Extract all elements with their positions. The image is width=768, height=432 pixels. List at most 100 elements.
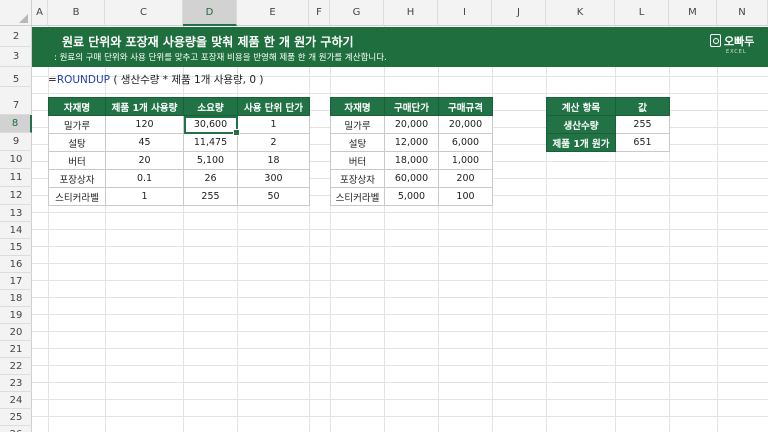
col-header-l[interactable]: L	[615, 0, 669, 26]
t1-header-usage: 제품 1개 사용량	[105, 97, 184, 116]
t1-cell[interactable]: 5,100	[183, 151, 238, 170]
t1-cell[interactable]: 0.1	[105, 169, 184, 188]
t1-cell[interactable]: 1	[237, 115, 310, 134]
table-row: 생산수량 255	[546, 115, 670, 134]
row-header-2[interactable]: 2	[0, 27, 32, 47]
t3-label[interactable]: 생산수량	[546, 115, 616, 134]
t2-cell[interactable]: 100	[438, 187, 493, 206]
row-header-19[interactable]: 19	[0, 307, 32, 324]
t2-cell[interactable]: 6,000	[438, 133, 493, 152]
row-header-26[interactable]: 26	[0, 426, 32, 432]
t1-cell[interactable]: 11,475	[183, 133, 238, 152]
t1-cell[interactable]: 포장상자	[48, 169, 106, 188]
row-header-14[interactable]: 14	[0, 222, 32, 239]
row-header-bar: 2 3 5 7 8 9 10 11 12 13 14 15 16 17 18 1…	[0, 26, 32, 432]
purchase-price-table: 자재명 구매단가 구매규격 밀가루 20,000 20,000 설탕 12,00…	[330, 97, 493, 206]
row-header-8[interactable]: 8	[0, 115, 32, 133]
banner-subtitle: : 원료의 구매 단위와 사용 단위를 맞추고 포장재 비용을 반영해 제품 한…	[54, 53, 387, 63]
table-row: 밀가루 120 30,600 1	[48, 115, 310, 137]
column-header-bar: A B C D E F G H I J K L M N	[0, 0, 768, 26]
col-header-h[interactable]: H	[384, 0, 438, 26]
t2-cell[interactable]: 20,000	[384, 115, 439, 134]
title-banner: 원료 단위와 포장재 사용량을 맞춰 제품 한 개 원가 구하기 : 원료의 구…	[32, 27, 768, 67]
t1-cell[interactable]: 20	[105, 151, 184, 170]
production-quantity-cell[interactable]: 255	[615, 115, 670, 134]
table-row: 밀가루 20,000 20,000	[330, 115, 493, 134]
t2-cell[interactable]: 포장상자	[330, 169, 385, 188]
select-all-corner[interactable]	[0, 0, 32, 26]
unit-cost-cell[interactable]: 651	[615, 133, 670, 152]
row-header-23[interactable]: 23	[0, 375, 32, 392]
t2-cell[interactable]: 12,000	[384, 133, 439, 152]
col-header-b[interactable]: B	[48, 0, 105, 26]
row-header-21[interactable]: 21	[0, 341, 32, 358]
row-header-20[interactable]: 20	[0, 324, 32, 341]
t1-cell[interactable]: 18	[237, 151, 310, 170]
row-header-5[interactable]: 5	[0, 67, 32, 87]
t2-cell[interactable]: 스티커라벨	[330, 187, 385, 206]
col-header-e[interactable]: E	[237, 0, 309, 26]
row-header-11[interactable]: 11	[0, 169, 32, 187]
t2-cell[interactable]: 60,000	[384, 169, 439, 188]
t1-cell[interactable]: 50	[237, 187, 310, 206]
t1-cell[interactable]: 26	[183, 169, 238, 188]
col-header-i[interactable]: I	[438, 0, 492, 26]
t2-cell[interactable]: 설탕	[330, 133, 385, 152]
t1-cell[interactable]: 설탕	[48, 133, 106, 152]
col-header-a[interactable]: A	[32, 0, 48, 26]
row-header-3[interactable]: 3	[0, 47, 32, 67]
t3-label[interactable]: 제품 1개 원가	[546, 133, 616, 152]
table-row: 스티커라벨 5,000 100	[330, 187, 493, 206]
t1-cell[interactable]: 1	[105, 187, 184, 206]
col-header-c[interactable]: C	[105, 0, 183, 26]
t1-cell[interactable]: 120	[105, 115, 184, 134]
grid-line	[384, 26, 385, 432]
table-row: 설탕 12,000 6,000	[330, 133, 493, 152]
active-cell[interactable]: 30,600	[183, 115, 241, 137]
t1-cell[interactable]: 255	[183, 187, 238, 206]
t2-cell[interactable]: 18,000	[384, 151, 439, 170]
row-header-10[interactable]: 10	[0, 151, 32, 169]
table-row: 포장상자 60,000 200	[330, 169, 493, 188]
col-header-k[interactable]: K	[546, 0, 615, 26]
t2-cell[interactable]: 20,000	[438, 115, 493, 134]
t1-cell[interactable]: 45	[105, 133, 184, 152]
col-header-m[interactable]: M	[669, 0, 717, 26]
t1-cell[interactable]: 밀가루	[48, 115, 106, 134]
col-header-j[interactable]: J	[492, 0, 546, 26]
table-row: 스티커라벨 1 255 50	[48, 187, 310, 206]
calculation-table: 계산 항목 값 생산수량 255 제품 1개 원가 651	[546, 97, 670, 152]
row-header-24[interactable]: 24	[0, 392, 32, 409]
row-header-17[interactable]: 17	[0, 273, 32, 290]
row-header-13[interactable]: 13	[0, 205, 32, 222]
col-header-d[interactable]: D	[183, 0, 237, 26]
logo-mark-icon	[710, 34, 721, 47]
formula-function: ROUNDUP	[56, 74, 111, 86]
t1-cell[interactable]: 스티커라벨	[48, 187, 106, 206]
t2-cell[interactable]: 버터	[330, 151, 385, 170]
t2-cell[interactable]: 200	[438, 169, 493, 188]
grid-line	[492, 26, 493, 432]
t2-cell[interactable]: 5,000	[384, 187, 439, 206]
row-header-16[interactable]: 16	[0, 256, 32, 273]
row-header-12[interactable]: 12	[0, 187, 32, 205]
formula-text[interactable]: =ROUNDUP ( 생산수량 * 제품 1개 사용량, 0 )	[48, 72, 263, 87]
t2-cell[interactable]: 밀가루	[330, 115, 385, 134]
col-header-n[interactable]: N	[717, 0, 768, 26]
row-header-9[interactable]: 9	[0, 133, 32, 151]
row-header-25[interactable]: 25	[0, 409, 32, 426]
row-header-7[interactable]: 7	[0, 97, 32, 115]
col-header-g[interactable]: G	[330, 0, 384, 26]
t1-cell[interactable]: 300	[237, 169, 310, 188]
row-header-18[interactable]: 18	[0, 290, 32, 307]
t2-cell[interactable]: 1,000	[438, 151, 493, 170]
t1-cell[interactable]: 2	[237, 133, 310, 152]
table-row: 제품 1개 원가 651	[546, 133, 670, 152]
row-header-22[interactable]: 22	[0, 358, 32, 375]
t1-cell[interactable]: 버터	[48, 151, 106, 170]
formula-prefix: =	[48, 74, 57, 86]
t2-header-price: 구매단가	[384, 97, 439, 116]
t1-header-name: 자재명	[48, 97, 106, 116]
row-header-15[interactable]: 15	[0, 239, 32, 256]
col-header-f[interactable]: F	[309, 0, 330, 26]
